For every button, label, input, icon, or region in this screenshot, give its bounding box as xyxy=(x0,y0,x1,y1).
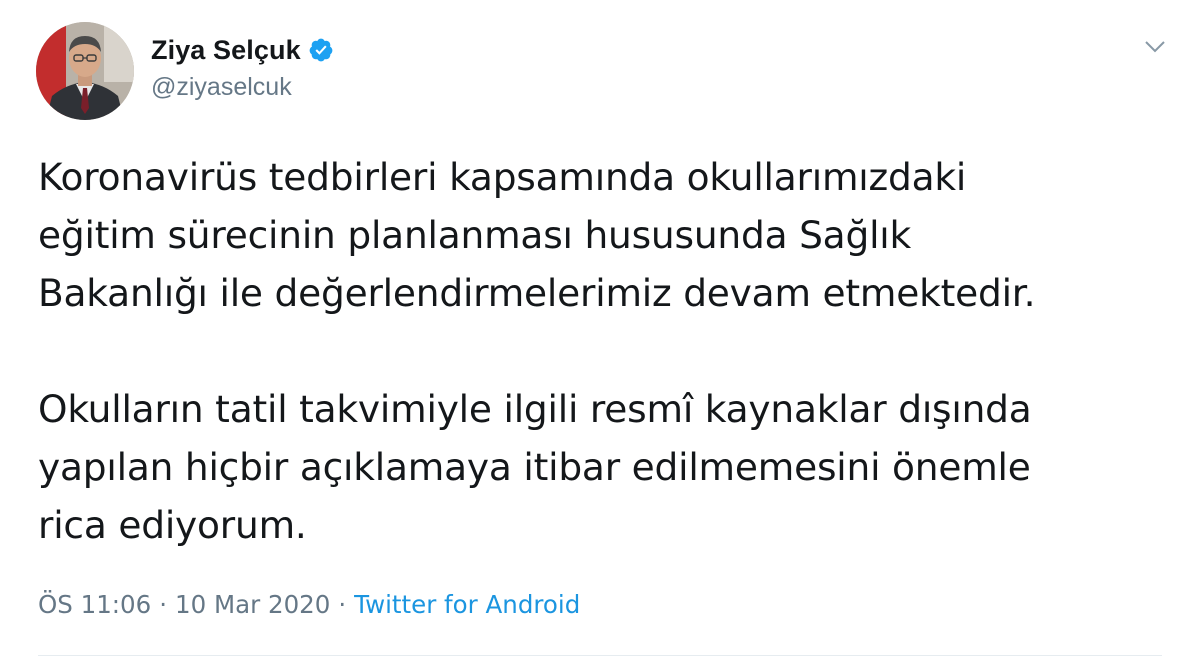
tweet-date[interactable]: 10 Mar 2020 xyxy=(175,590,330,619)
tweet-source-link[interactable]: Twitter for Android xyxy=(354,590,580,619)
display-name[interactable]: Ziya Selçuk xyxy=(151,35,301,66)
name-row: Ziya Selçuk xyxy=(151,33,334,67)
tweet-card: Ziya Selçuk @ziyaselcuk Koronavirüs tedb… xyxy=(0,0,1200,662)
avatar[interactable] xyxy=(36,22,134,120)
author-info: Ziya Selçuk @ziyaselcuk xyxy=(151,33,334,102)
avatar-image xyxy=(36,22,134,120)
meta-separator: · xyxy=(338,590,347,619)
verified-badge-icon xyxy=(308,37,334,63)
chevron-down-icon[interactable] xyxy=(1144,40,1166,54)
tweet-time[interactable]: ÖS 11:06 xyxy=(38,590,151,619)
user-handle[interactable]: @ziyaselcuk xyxy=(151,73,334,102)
tweet-text: Koronavirüs tedbirleri kapsamında okulla… xyxy=(38,155,1036,547)
meta-separator: · xyxy=(159,590,168,619)
tweet-metadata: ÖS 11:06 · 10 Mar 2020 · Twitter for And… xyxy=(38,590,580,619)
divider xyxy=(38,655,1162,656)
